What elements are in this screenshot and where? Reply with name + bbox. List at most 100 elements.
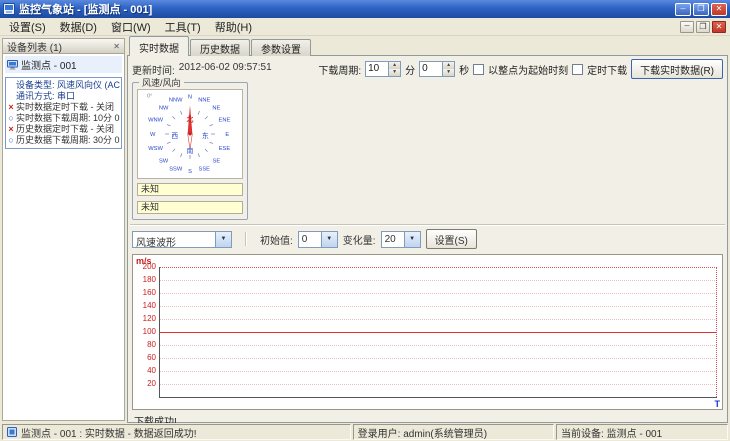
title-bar: 监控气象站 - [监测点 - 001] xyxy=(0,0,730,18)
status-bar: 监测点 - 001 : 实时数据 - 数据返回成功! 登录用户: admin(系… xyxy=(0,423,730,441)
tree-item-label: 监测点 - 001 xyxy=(21,61,77,72)
compass-east-label: 东 xyxy=(202,131,209,140)
status-icon xyxy=(7,427,17,437)
menu-help[interactable]: 帮助(H) xyxy=(208,18,259,36)
app-icon xyxy=(3,3,15,15)
mdi-restore-button[interactable] xyxy=(696,20,710,33)
status-message-cell: 监测点 - 001 : 实时数据 - 数据返回成功! xyxy=(2,424,351,440)
compass-dir-label: N xyxy=(188,95,192,101)
tab-parameter-settings[interactable]: 参数设置 xyxy=(251,39,311,56)
align-hour-checkbox[interactable] xyxy=(473,63,485,75)
info-row: 通讯方式: 串口 xyxy=(7,91,120,102)
mdi-close-button[interactable] xyxy=(712,20,726,33)
wind-direction-field: 未知 xyxy=(137,183,243,196)
wind-speed-chart: m/s 200 180 160 140 120 100 80 60 40 20 xyxy=(132,254,723,410)
info-mark xyxy=(7,80,15,91)
delta-select[interactable]: 20 xyxy=(380,230,421,248)
device-sidebar: 设备列表 (1) 监测点 - 001 设备类型: 风速风向仪 (ACF96-4)… xyxy=(2,38,125,421)
compass-dir-label: E xyxy=(225,132,229,138)
seconds-up-icon[interactable] xyxy=(443,62,455,69)
tab-history-data[interactable]: 历史数据 xyxy=(190,39,250,56)
device-info-box: 设备类型: 风速风向仪 (ACF96-4) 通讯方式: 串口 ×实时数据定时下载… xyxy=(5,77,122,149)
compass-dir-label: NNE xyxy=(198,97,210,103)
initial-value: 0 xyxy=(301,233,308,245)
tree-item-device[interactable]: 监测点 - 001 xyxy=(5,56,122,73)
menu-settings[interactable]: 设置(S) xyxy=(2,18,53,36)
reference-line-100 xyxy=(160,332,717,333)
minutes-unit-label: 分 xyxy=(405,65,416,77)
y-axis-line xyxy=(159,267,160,398)
gridline-60 xyxy=(160,358,717,359)
menu-tools[interactable]: 工具(T) xyxy=(158,18,208,36)
seconds-down-icon[interactable] xyxy=(443,69,455,76)
update-time-value: 2012-06-02 09:57:51 xyxy=(178,61,272,73)
section-divider xyxy=(130,224,725,226)
menu-window[interactable]: 窗口(W) xyxy=(104,18,158,36)
minimize-button[interactable] xyxy=(675,2,691,16)
initial-value-select[interactable]: 0 xyxy=(297,230,338,248)
mdi-close-icon xyxy=(716,22,723,31)
close-button[interactable] xyxy=(711,2,727,16)
menu-data[interactable]: 数据(D) xyxy=(53,18,104,36)
seconds-value[interactable]: 0 xyxy=(420,62,442,76)
device-list-header: 设备列表 (1) xyxy=(2,38,125,54)
info-text: 历史数据定时下载 - 关闭 xyxy=(16,124,114,134)
chevron-down-icon[interactable] xyxy=(320,231,337,247)
info-row: × 实时数据定时下载 - 关闭 xyxy=(7,102,120,113)
compass-dir-label: S xyxy=(188,169,192,175)
delta-label: 变化量: xyxy=(342,235,376,247)
wind-speed-field: 未知 xyxy=(137,201,243,214)
timed-download-label: 定时下载 xyxy=(587,65,628,77)
compass-dir-label: SW xyxy=(159,158,169,164)
tab-realtime-data[interactable]: 实时数据 xyxy=(129,36,189,56)
gridline-140 xyxy=(160,306,717,307)
y-tick-label: 40 xyxy=(147,366,156,375)
info-row: ○ 历史数据下载周期: 30分 0秒 xyxy=(7,135,120,146)
info-text: 设备类型: 风速风向仪 (ACF96-4) xyxy=(16,80,120,90)
info-mark: × xyxy=(8,124,14,134)
maximize-button[interactable] xyxy=(693,2,709,16)
compass-dir-label: SE xyxy=(213,158,221,164)
mdi-restore-icon xyxy=(699,22,706,31)
waveform-value: 风速波形 xyxy=(136,237,176,249)
chevron-down-icon[interactable] xyxy=(215,231,231,247)
timed-download-checkbox[interactable] xyxy=(572,63,584,75)
y-tick-label: 80 xyxy=(147,340,156,349)
minimize-icon xyxy=(681,5,686,13)
info-text: 实时数据下载周期: 10分 0秒 xyxy=(16,113,120,123)
device-list-title: 设备列表 (1) xyxy=(7,42,62,54)
x-axis-label: T xyxy=(714,399,721,409)
align-hour-label: 以整点为起始时刻 xyxy=(488,65,569,77)
y-tick-label: 180 xyxy=(142,275,156,284)
minutes-up-icon[interactable] xyxy=(389,62,401,69)
compass-dir-label: ESE xyxy=(219,146,231,152)
current-device: 当前设备: 监测点 - 001 xyxy=(561,428,663,440)
waveform-select[interactable]: 风速波形 xyxy=(132,230,232,249)
compass-needle-south xyxy=(187,133,193,150)
logged-user: 登录用户: admin(系统管理员) xyxy=(357,428,488,440)
y-tick-label: 20 xyxy=(147,379,156,388)
sidebar-close-icon[interactable] xyxy=(113,42,120,51)
chevron-down-icon[interactable] xyxy=(403,231,420,247)
minutes-stepper[interactable]: 10 xyxy=(365,61,402,77)
initial-value-label: 初始值: xyxy=(260,235,293,247)
current-device-cell: 当前设备: 监测点 - 001 xyxy=(556,424,728,440)
minutes-value[interactable]: 10 xyxy=(366,62,388,76)
seconds-stepper[interactable]: 0 xyxy=(419,61,456,77)
compass-dir-label: NNW xyxy=(169,97,183,103)
compass-center-dot xyxy=(188,132,192,136)
mdi-minimize-button[interactable] xyxy=(680,20,694,33)
status-message: 监测点 - 001 : 实时数据 - 数据返回成功! xyxy=(21,428,197,440)
compass-rose: 0° N NNE NE ENE E ESE SE SSE S SSW SW WS… xyxy=(147,94,231,176)
compass-dir-label: WNW xyxy=(148,118,164,124)
window-title: 监控气象站 - [监测点 - 001] xyxy=(19,4,153,16)
minutes-down-icon[interactable] xyxy=(389,69,401,76)
settings-button[interactable]: 设置(S) xyxy=(425,229,477,249)
delta-value: 20 xyxy=(384,233,396,245)
y-tick-label: 160 xyxy=(142,288,156,297)
download-realtime-button[interactable]: 下载实时数据(R) xyxy=(631,59,723,79)
compass-west-label: 西 xyxy=(171,132,178,140)
info-mark: × xyxy=(8,102,14,112)
compass-dir-label: WSW xyxy=(148,146,163,152)
compass-dir-label: SSE xyxy=(199,166,211,172)
